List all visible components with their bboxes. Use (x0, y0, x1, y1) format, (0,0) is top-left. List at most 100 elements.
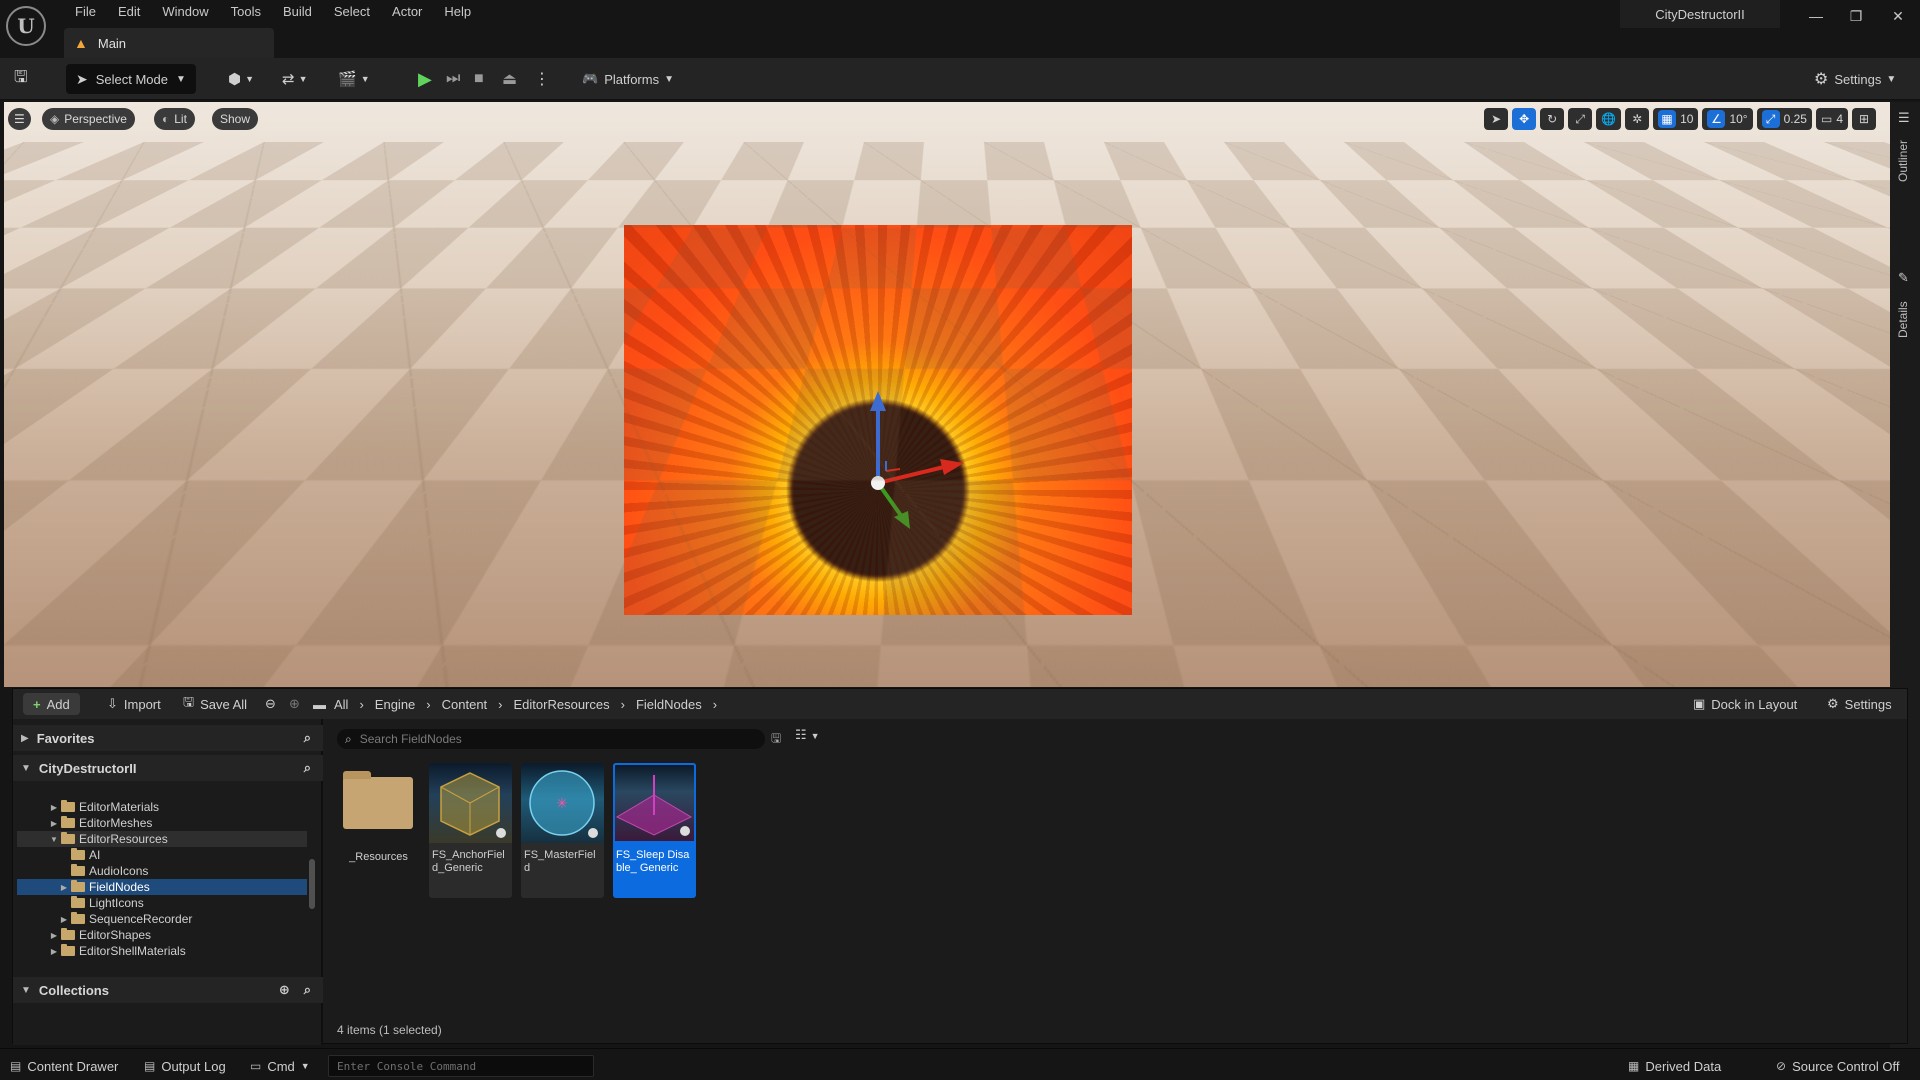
menu-actor[interactable]: Actor (381, 0, 433, 24)
forward-icon[interactable]: ⊕ (289, 693, 300, 715)
chevron-right-icon[interactable]: › (426, 697, 430, 712)
scale-snap-button[interactable]: ⤢ 0.25 (1756, 108, 1812, 130)
tree-item-selected[interactable]: ▶ FieldNodes (17, 879, 307, 895)
tree-scrollbar[interactable] (309, 859, 315, 909)
menu-select[interactable]: Select (323, 0, 381, 24)
back-icon[interactable]: ⊖ (265, 693, 276, 715)
world-space-icon[interactable]: 🌐 (1596, 108, 1622, 130)
console-input[interactable]: Enter Console Command (328, 1055, 594, 1077)
translate-gizmo[interactable] (624, 225, 1132, 615)
tree-item[interactable]: ▶ EditorMaterials (17, 799, 307, 815)
minimize-button[interactable]: — (1796, 4, 1836, 28)
details-icon[interactable]: ✎ (1898, 270, 1909, 286)
tree-item[interactable]: ▼ EditorResources (17, 831, 307, 847)
chevron-down-icon[interactable]: ▼ (49, 835, 59, 844)
add-actor-icon[interactable]: ⬢ ▼ (228, 64, 254, 94)
chevron-right-icon[interactable]: › (621, 697, 625, 712)
cb-settings-button[interactable]: ⚙ Settings (1827, 693, 1892, 715)
platforms-dropdown[interactable]: 🎮 Platforms ▼ (582, 64, 674, 94)
cinematics-icon[interactable]: 🎬 ▼ (338, 64, 370, 94)
chevron-right-icon[interactable]: ▶ (49, 803, 59, 812)
breadcrumb-fieldnodes[interactable]: FieldNodes (636, 697, 702, 712)
folder-tile[interactable]: _Resources (337, 763, 420, 883)
menu-help[interactable]: Help (433, 0, 482, 24)
viewport-layout-icon[interactable]: ⊞ (1852, 108, 1876, 130)
level-viewport[interactable]: ☰ ◈ Perspective ◐ Lit Show ➤ ✥ ↻ ⤢ 🌐 ✲ ▦… (4, 102, 1890, 687)
unreal-logo-icon[interactable]: U (6, 6, 46, 46)
eject-icon[interactable]: ⏏ (502, 64, 517, 94)
close-button[interactable]: ✕ (1878, 4, 1918, 28)
chevron-right-icon[interactable]: ▶ (59, 883, 69, 892)
filter-icon[interactable]: ☷ ▼ (795, 727, 820, 743)
chevron-right-icon[interactable]: › (498, 697, 502, 712)
tree-item[interactable]: ▶ EditorShellMaterials (17, 943, 307, 959)
breadcrumb-all[interactable]: All (334, 697, 348, 712)
source-control-button[interactable]: ⊘ Source Control Off (1776, 1056, 1899, 1076)
content-drawer-button[interactable]: ▤ Content Drawer (10, 1056, 118, 1076)
dock-in-layout-button[interactable]: ▣ Dock in Layout (1693, 693, 1797, 715)
tree-item[interactable]: ▶ SequenceRecorder (17, 911, 307, 927)
project-header[interactable]: ▼ CityDestructorII ⌕ (13, 755, 323, 781)
tree-item[interactable]: ▶ EditorMeshes (17, 815, 307, 831)
translate-tool-icon[interactable]: ✥ (1512, 108, 1537, 130)
asset-tile[interactable]: FS_AnchorField_Generic (429, 763, 512, 898)
output-log-button[interactable]: ▤ Output Log (144, 1056, 226, 1076)
save-icon[interactable]: 🖫 (14, 64, 28, 94)
settings-dropdown[interactable]: ⚙ Settings ▼ (1814, 64, 1896, 94)
step-icon[interactable]: ⏭ (446, 64, 460, 94)
grid-snap-button[interactable]: ▦ 10 (1653, 108, 1699, 130)
chevron-right-icon[interactable]: ▶ (49, 947, 59, 956)
more-options-icon[interactable]: ⋮ (534, 64, 550, 94)
restore-button[interactable]: ❐ (1836, 4, 1876, 28)
rotation-snap-button[interactable]: ∠ 10° (1702, 108, 1753, 130)
field-node-texture-plane[interactable] (624, 225, 1132, 615)
breadcrumb-engine[interactable]: Engine (375, 697, 415, 712)
scale-tool-icon[interactable]: ⤢ (1568, 108, 1593, 130)
tree-item[interactable]: ▶ EditorShapes (17, 927, 307, 943)
lit-button[interactable]: ◐ Lit (154, 108, 195, 130)
search-icon[interactable]: ⌕ (304, 982, 311, 998)
save-all-button[interactable]: 🖫 Save All (183, 693, 247, 715)
asset-tile-selected[interactable]: FS_Sleep Disable_ Generic (613, 763, 696, 898)
viewport-menu-button[interactable]: ☰ (8, 108, 31, 130)
chevron-right-icon[interactable]: ▶ (59, 915, 69, 924)
show-button[interactable]: Show (212, 108, 259, 130)
menu-build[interactable]: Build (272, 0, 323, 24)
tree-item[interactable]: AudioIcons (17, 863, 307, 879)
search-input[interactable]: ⌕ Search FieldNodes (337, 729, 765, 749)
save-search-icon[interactable]: 🖫 (771, 729, 781, 750)
outliner-tab[interactable]: Outliner (1896, 140, 1910, 182)
derived-data-button[interactable]: ▦ Derived Data (1628, 1056, 1721, 1076)
outliner-icon[interactable]: ☰ (1898, 110, 1910, 126)
details-tab[interactable]: Details (1896, 301, 1910, 338)
favorites-header[interactable]: ▶ Favorites ⌕ (13, 725, 323, 751)
stop-icon[interactable]: ■ (474, 64, 484, 94)
play-icon[interactable]: ▶ (418, 64, 432, 94)
cmd-dropdown[interactable]: ▭ Cmd ▼ (250, 1056, 310, 1076)
rotate-tool-icon[interactable]: ↻ (1540, 108, 1565, 130)
add-collection-icon[interactable]: ⊕ (279, 982, 290, 998)
blueprint-icon[interactable]: ⇄ ▼ (282, 64, 308, 94)
menu-window[interactable]: Window (151, 0, 219, 24)
breadcrumb-content[interactable]: Content (442, 697, 488, 712)
menu-file[interactable]: File (64, 0, 107, 24)
menu-edit[interactable]: Edit (107, 0, 151, 24)
select-tool-icon[interactable]: ➤ (1484, 108, 1509, 130)
breadcrumb-editorresources[interactable]: EditorResources (514, 697, 610, 712)
search-icon[interactable]: ⌕ (304, 760, 311, 776)
asset-tile[interactable]: ✳ FS_MasterField (521, 763, 604, 898)
chevron-right-icon[interactable]: ▶ (49, 931, 59, 940)
tree-item[interactable]: AI (17, 847, 307, 863)
surface-snap-icon[interactable]: ✲ (1625, 108, 1650, 130)
import-button[interactable]: ⇩ Import (107, 693, 161, 715)
chevron-right-icon[interactable]: › (359, 697, 363, 712)
menu-tools[interactable]: Tools (220, 0, 272, 24)
level-tab[interactable]: ▲ Main (64, 28, 274, 58)
chevron-right-icon[interactable]: ▶ (49, 819, 59, 828)
add-button[interactable]: + Add (23, 693, 80, 715)
tree-item[interactable]: LightIcons (17, 895, 307, 911)
search-icon[interactable]: ⌕ (304, 730, 311, 746)
chevron-right-icon[interactable]: › (713, 697, 717, 712)
camera-speed-button[interactable]: ▭ 4 (1815, 108, 1848, 130)
collections-header[interactable]: ▼ Collections ⊕ ⌕ (13, 977, 323, 1003)
